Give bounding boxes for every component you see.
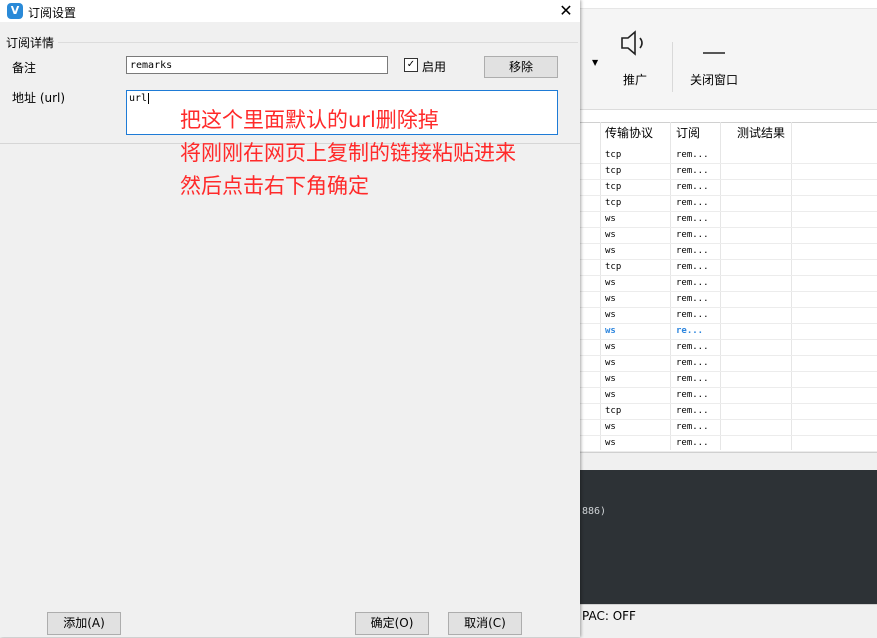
cancel-button[interactable]: 取消(C) xyxy=(448,612,522,635)
enable-checkbox[interactable]: ✓ xyxy=(404,58,418,72)
dialog-title: 订阅设置 xyxy=(28,6,77,20)
cell-protocol: ws xyxy=(605,390,616,400)
ok-button[interactable]: 确定(O) xyxy=(355,612,429,635)
table-row[interactable]: tcp rem... xyxy=(580,403,877,420)
cell-subscription: rem... xyxy=(676,342,709,352)
cell-protocol: tcp xyxy=(605,198,622,208)
table-row[interactable]: ws rem... xyxy=(580,243,877,260)
table-row[interactable]: tcp rem... xyxy=(580,195,877,212)
cell-subscription: rem... xyxy=(676,374,709,384)
group-title: 订阅详情 xyxy=(6,36,55,50)
header-subscription[interactable]: 订阅 xyxy=(676,124,700,141)
cell-subscription: rem... xyxy=(676,198,709,208)
table-row[interactable]: ws rem... xyxy=(580,211,877,228)
log-text: 886) xyxy=(582,506,607,517)
remarks-label: 备注 xyxy=(12,61,37,75)
cell-protocol: ws xyxy=(605,310,616,320)
cell-protocol: ws xyxy=(605,438,616,448)
table-row[interactable]: ws rem... xyxy=(580,387,877,404)
dialog-titlebar[interactable] xyxy=(0,0,580,22)
table-row[interactable]: ws rem... xyxy=(580,435,877,452)
cell-protocol: tcp xyxy=(605,262,622,272)
speaker-icon xyxy=(621,30,643,56)
header-protocol[interactable]: 传输协议 xyxy=(605,124,653,141)
cell-protocol: tcp xyxy=(605,150,622,160)
cell-protocol: ws xyxy=(605,326,616,336)
cell-protocol: ws xyxy=(605,294,616,304)
remove-button[interactable]: 移除 xyxy=(484,56,558,78)
cell-subscription: rem... xyxy=(676,230,709,240)
cell-protocol: tcp xyxy=(605,182,622,192)
close-window-label: 关闭窗口 xyxy=(689,73,738,87)
cell-protocol: ws xyxy=(605,342,616,352)
cell-protocol: ws xyxy=(605,374,616,384)
remarks-input[interactable]: remarks xyxy=(126,56,388,74)
text-cursor xyxy=(148,93,150,104)
enable-label[interactable]: 启用 xyxy=(422,58,446,75)
promote-button[interactable]: 推广 xyxy=(612,28,658,88)
cell-subscription: rem... xyxy=(676,438,709,448)
log-panel xyxy=(580,470,877,604)
annotation-line-3: 然后点击右下角确定 xyxy=(180,174,369,198)
add-button[interactable]: 添加(A) xyxy=(47,612,121,635)
cell-subscription: rem... xyxy=(676,390,709,400)
cell-protocol: ws xyxy=(605,230,616,240)
cell-subscription: rem... xyxy=(676,150,709,160)
group-border xyxy=(58,42,578,43)
cell-subscription: rem... xyxy=(676,262,709,272)
cell-protocol: ws xyxy=(605,422,616,432)
table-row[interactable]: ws rem... xyxy=(580,355,877,372)
cell-protocol: tcp xyxy=(605,166,622,176)
cell-subscription: rem... xyxy=(676,422,709,432)
close-icon[interactable]: ✕ xyxy=(556,1,576,21)
cell-protocol: ws xyxy=(605,214,616,224)
dropdown-arrow-icon[interactable]: ▼ xyxy=(592,58,598,67)
cell-subscription: rem... xyxy=(676,182,709,192)
cell-subscription: rem... xyxy=(676,214,709,224)
url-label: 地址 (url) xyxy=(12,91,66,105)
dash-icon xyxy=(703,52,725,54)
cell-protocol: ws xyxy=(605,278,616,288)
table-row[interactable]: tcp rem... xyxy=(580,179,877,196)
table-row[interactable]: ws rem... xyxy=(580,291,877,308)
table-row[interactable]: ws rem... xyxy=(580,371,877,388)
cell-subscription: rem... xyxy=(676,294,709,304)
app-icon: V xyxy=(7,3,23,19)
table-row[interactable]: ws rem... xyxy=(580,307,877,324)
table-row[interactable]: ws rem... xyxy=(580,227,877,244)
table-row[interactable]: ws re... xyxy=(580,323,877,340)
cell-subscription: rem... xyxy=(676,278,709,288)
table-row[interactable]: tcp rem... xyxy=(580,163,877,180)
cell-protocol: ws xyxy=(605,246,616,256)
cell-subscription: rem... xyxy=(676,246,709,256)
cell-subscription: re... xyxy=(676,326,704,336)
cell-protocol: ws xyxy=(605,358,616,368)
table-row[interactable]: ws rem... xyxy=(580,275,877,292)
cell-subscription: rem... xyxy=(676,406,709,416)
table-row[interactable]: tcp rem... xyxy=(580,259,877,276)
cell-subscription: rem... xyxy=(676,310,709,320)
pac-status: PAC: OFF xyxy=(582,609,636,623)
table-row[interactable]: ws rem... xyxy=(580,419,877,436)
table-row[interactable]: tcp rem... xyxy=(580,147,877,164)
splitter[interactable] xyxy=(580,452,877,471)
url-value: url xyxy=(129,93,148,104)
table-row[interactable]: ws rem... xyxy=(580,339,877,356)
instruction-annotation: 把这个里面默认的url删除掉 将刚刚在网页上复制的链接粘贴进来 然后点击右下角确… xyxy=(180,104,516,203)
toolbar-separator xyxy=(672,42,673,92)
cell-subscription: rem... xyxy=(676,166,709,176)
cell-subscription: rem... xyxy=(676,358,709,368)
close-window-button[interactable]: 关闭窗口 xyxy=(686,28,742,88)
annotation-line-2: 将刚刚在网页上复制的链接粘贴进来 xyxy=(180,141,516,165)
promote-label: 推广 xyxy=(622,73,647,87)
cell-protocol: tcp xyxy=(605,406,622,416)
annotation-line-1: 把这个里面默认的url删除掉 xyxy=(180,108,439,132)
header-test-result[interactable]: 测试结果 xyxy=(737,124,785,141)
